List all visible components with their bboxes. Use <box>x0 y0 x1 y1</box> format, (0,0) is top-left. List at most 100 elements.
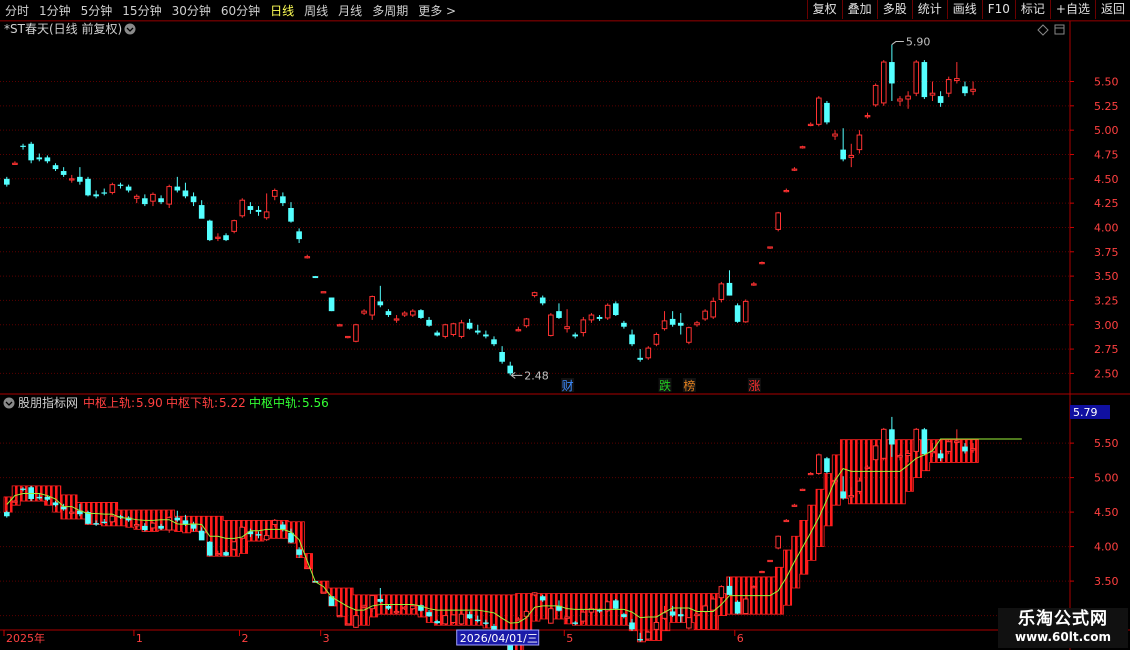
main-candle-body <box>604 304 611 319</box>
ind-candle-body <box>970 448 976 451</box>
ind-candle-body <box>280 524 286 530</box>
main-candle-body <box>718 283 725 300</box>
main-candle-body <box>280 196 286 204</box>
main-tick-label: 4.50 <box>1094 173 1119 186</box>
main-candle-body <box>677 322 684 326</box>
ind-candle-body <box>142 525 148 531</box>
ind-candle-body <box>426 612 432 617</box>
ind-candle-body <box>897 455 903 458</box>
main-candle-body <box>328 297 335 312</box>
ind-candle-body <box>653 621 660 630</box>
main-candle-body <box>401 312 408 316</box>
main-candle-body <box>580 319 587 334</box>
ind-candle-body <box>742 598 749 615</box>
ind-candle-body <box>52 502 59 506</box>
main-tick-label: 2.50 <box>1094 367 1119 380</box>
main-candle-body <box>742 300 749 323</box>
ind-candle-body <box>767 559 773 563</box>
ind-candle-body <box>109 515 116 523</box>
ind-candle-body <box>596 610 603 612</box>
upper-value: 5.90 <box>136 396 163 410</box>
ind-candle-body <box>231 541 237 550</box>
low-label: 2.48 <box>524 369 549 382</box>
ind-candle-body <box>669 611 676 616</box>
main-candle-body <box>669 318 676 325</box>
ind-candle-body <box>686 617 692 629</box>
ind-candle-body <box>133 524 140 527</box>
date-label-1: 1 <box>136 632 143 645</box>
ind-candle-body <box>515 618 522 621</box>
main-candle-body <box>77 176 83 182</box>
main-candle-body <box>353 324 359 342</box>
main-candle-body <box>621 322 627 327</box>
main-candle-body <box>499 352 505 362</box>
maximize-icon[interactable] <box>1054 24 1065 35</box>
ind-candle-body <box>44 496 51 500</box>
chart-canvas[interactable]: 2.50 2.75 3.00 3.25 3.50 3.75 4.00 4.25 4.50 4.75… <box>0 0 1130 650</box>
ind-candle-body <box>954 440 960 443</box>
ind-candle-body <box>791 504 798 507</box>
main-candle-body <box>369 296 375 316</box>
main-candle-body <box>694 322 700 326</box>
ind-candle-body <box>150 522 156 529</box>
main-candle-body <box>954 78 960 82</box>
date-label-3: 3 <box>323 632 330 645</box>
main-candle-body <box>726 282 733 296</box>
main-candle-body <box>474 330 481 333</box>
main-tick-label: 5.00 <box>1094 124 1119 137</box>
ind-candle-body <box>263 535 270 541</box>
main-candle-body <box>775 212 782 230</box>
main-candle-body <box>101 192 108 194</box>
main-candle-body <box>572 334 578 337</box>
ind-candle-body <box>93 523 99 525</box>
date-label-0: 2025年 <box>6 631 45 645</box>
high-pointer <box>891 41 904 45</box>
main-candle-body <box>385 311 392 316</box>
main-candle-body <box>450 323 457 335</box>
main-candle-body <box>336 324 343 327</box>
ind-candle-body <box>840 491 846 499</box>
main-candle-body <box>629 334 635 345</box>
main-candle-body <box>856 134 863 151</box>
main-tick-label: 5.25 <box>1094 100 1119 113</box>
ind-candle-body <box>336 615 343 618</box>
zhongshu-band <box>3 439 979 650</box>
main-candle-body <box>198 205 205 219</box>
main-title: *ST春天(日线 前复权) <box>4 21 122 36</box>
main-tick-label: 3.25 <box>1094 294 1119 307</box>
main-candle-body <box>271 189 278 197</box>
main-candle-body <box>816 97 822 125</box>
main-candle-body <box>637 357 643 360</box>
main-candle-body <box>710 300 717 318</box>
main-candle-body <box>223 235 229 241</box>
main-candle-body <box>661 320 668 330</box>
main-title-dropdown-icon[interactable] <box>124 23 136 35</box>
main-candle-body <box>807 123 814 127</box>
ind-candle-body <box>775 535 782 549</box>
ind-candle-body <box>872 445 879 461</box>
main-candle-body <box>133 195 140 199</box>
ind-candle-body <box>905 452 911 457</box>
main-candle-body <box>68 178 75 181</box>
main-candle-body <box>832 133 838 137</box>
main-candle-body <box>539 297 546 304</box>
main-candle-body <box>613 303 619 316</box>
event-marker-2: 榜 <box>683 378 695 393</box>
ind-candle-body <box>207 541 213 556</box>
main-candle-body <box>304 256 311 259</box>
ind-candle-body <box>20 488 26 490</box>
zhongshu-area <box>3 439 979 650</box>
main-candle-body <box>239 199 246 217</box>
indicator-title-group: 股朋指标网 中枢上轨: 5.90 中枢下轨: 5.22 中枢中轨: 5.56 <box>3 395 329 410</box>
ind-candle-body <box>759 570 765 574</box>
ind-tick-label: 4.00 <box>1094 541 1119 554</box>
ind-candle-body <box>726 585 733 595</box>
indicator-dropdown-icon[interactable] <box>3 397 15 409</box>
ind-candle-body <box>296 549 302 555</box>
main-candle-body <box>296 231 302 240</box>
main-candle-body <box>824 102 830 123</box>
ind-candle-body <box>807 472 814 476</box>
ind-candle-body <box>564 616 570 619</box>
main-candle-body <box>182 190 189 197</box>
diamond-icon[interactable] <box>1037 24 1049 36</box>
